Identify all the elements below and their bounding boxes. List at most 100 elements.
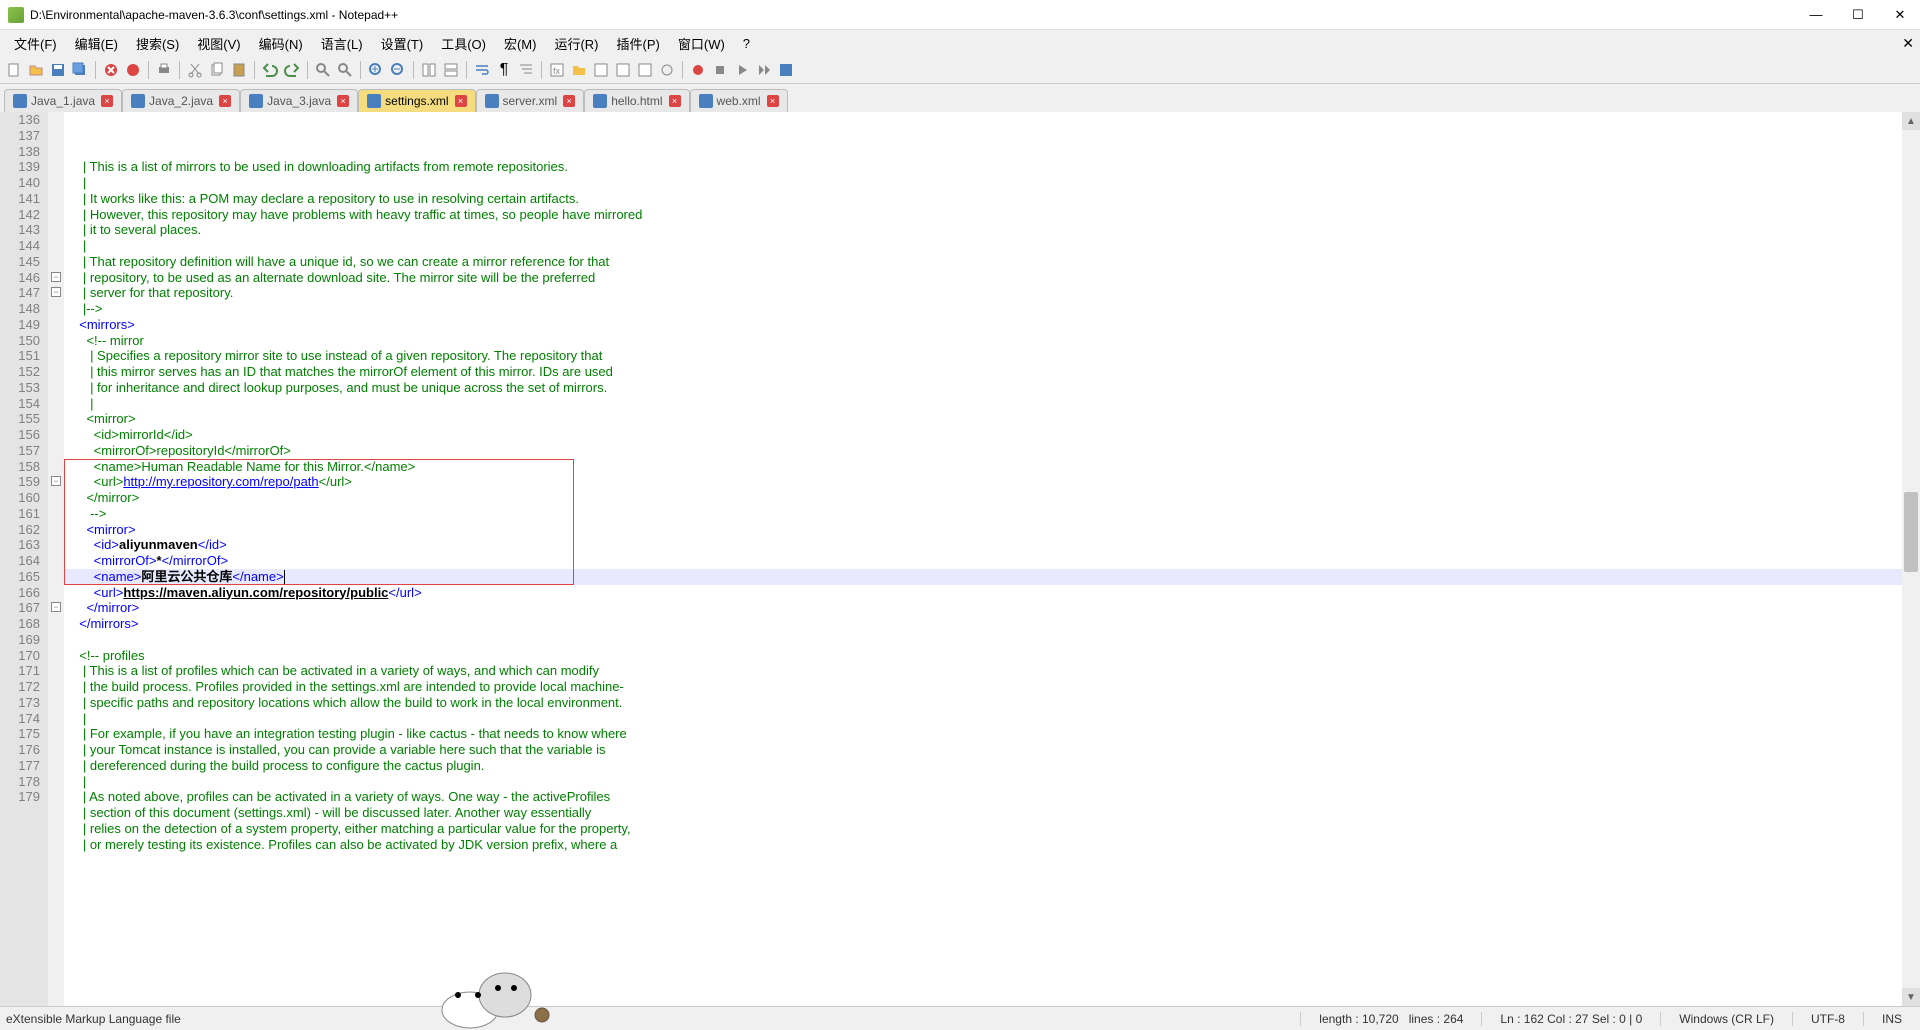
code-line-145[interactable]: |--> (64, 301, 1920, 317)
zoom-in-button[interactable] (366, 60, 386, 80)
menu-12[interactable]: ? (735, 33, 758, 54)
tab-close-icon[interactable]: × (563, 95, 575, 107)
show-all-chars-button[interactable]: ¶ (494, 60, 514, 80)
close-all-button[interactable] (123, 60, 143, 80)
menu-0[interactable]: 文件(F) (6, 31, 65, 56)
tab-close-icon[interactable]: × (219, 95, 231, 107)
tab-server-xml[interactable]: server.xml× (476, 89, 585, 112)
code-line-159[interactable]: <mirror> (64, 522, 1920, 538)
code-line-138[interactable]: | It works like this: a POM may declare … (64, 191, 1920, 207)
menu-2[interactable]: 搜索(S) (128, 31, 187, 56)
fold-toggle[interactable]: − (51, 602, 61, 612)
menu-11[interactable]: 窗口(W) (670, 31, 733, 56)
menu-4[interactable]: 编码(N) (251, 31, 311, 56)
code-line-144[interactable]: | server for that repository. (64, 285, 1920, 301)
tab-close-icon[interactable]: × (101, 95, 113, 107)
code-line-150[interactable]: | for inheritance and direct lookup purp… (64, 380, 1920, 396)
code-line-171[interactable]: | (64, 711, 1920, 727)
code-line-142[interactable]: | That repository definition will have a… (64, 254, 1920, 270)
language-button[interactable]: fx (547, 60, 567, 80)
sync-v-button[interactable] (419, 60, 439, 80)
maximize-button[interactable]: ☐ (1846, 3, 1870, 27)
minimize-button[interactable]: — (1804, 3, 1828, 27)
code-line-169[interactable]: | the build process. Profiles provided i… (64, 679, 1920, 695)
code-line-162[interactable]: <name>阿里云公共仓库</name> (64, 569, 1920, 585)
menubar-close-icon[interactable]: ✕ (1902, 35, 1914, 52)
vertical-scrollbar[interactable]: ▲ ▼ (1902, 112, 1920, 1006)
code-line-147[interactable]: <!-- mirror (64, 333, 1920, 349)
record-macro-button[interactable] (688, 60, 708, 80)
code-line-167[interactable]: <!-- profiles (64, 648, 1920, 664)
scroll-up-arrow[interactable]: ▲ (1902, 112, 1920, 130)
play-macro-button[interactable] (732, 60, 752, 80)
menu-9[interactable]: 运行(R) (546, 31, 606, 56)
fold-gutter[interactable]: −−−− (48, 112, 64, 1006)
code-line-164[interactable]: </mirror> (64, 600, 1920, 616)
folder-button[interactable] (569, 60, 589, 80)
tab-Java_1-java[interactable]: Java_1.java× (4, 89, 122, 112)
code-line-154[interactable]: <mirrorOf>repositoryId</mirrorOf> (64, 443, 1920, 459)
scroll-down-arrow[interactable]: ▼ (1902, 988, 1920, 1006)
status-insert-mode[interactable]: INS (1863, 1012, 1920, 1026)
code-line-140[interactable]: | it to several places. (64, 222, 1920, 238)
redo-button[interactable] (282, 60, 302, 80)
code-editor[interactable]: | This is a list of mirrors to be used i… (64, 112, 1920, 1006)
play-multi-button[interactable] (754, 60, 774, 80)
tab-settings-xml[interactable]: settings.xml× (358, 89, 475, 112)
cut-button[interactable] (185, 60, 205, 80)
code-line-158[interactable]: --> (64, 506, 1920, 522)
code-line-179[interactable]: | or merely testing its existence. Profi… (64, 837, 1920, 853)
fold-toggle[interactable]: − (51, 476, 61, 486)
code-line-163[interactable]: <url>https://maven.aliyun.com/repository… (64, 585, 1920, 601)
copy-button[interactable] (207, 60, 227, 80)
code-line-170[interactable]: | specific paths and repository location… (64, 695, 1920, 711)
code-line-160[interactable]: <id>aliyunmaven</id> (64, 537, 1920, 553)
code-line-174[interactable]: | dereferenced during the build process … (64, 758, 1920, 774)
code-line-153[interactable]: <id>mirrorId</id> (64, 427, 1920, 443)
menu-6[interactable]: 设置(T) (373, 31, 432, 56)
code-line-141[interactable]: | (64, 238, 1920, 254)
monitoring-button[interactable] (657, 60, 677, 80)
stop-macro-button[interactable] (710, 60, 730, 80)
save-all-button[interactable] (70, 60, 90, 80)
wordwrap-button[interactable] (472, 60, 492, 80)
code-line-172[interactable]: | For example, if you have an integratio… (64, 726, 1920, 742)
code-line-143[interactable]: | repository, to be used as an alternate… (64, 270, 1920, 286)
code-line-168[interactable]: | This is a list of profiles which can b… (64, 663, 1920, 679)
tab-Java_3-java[interactable]: Java_3.java× (240, 89, 358, 112)
tab-close-icon[interactable]: × (669, 95, 681, 107)
scroll-thumb[interactable] (1904, 492, 1918, 572)
code-line-161[interactable]: <mirrorOf>*</mirrorOf> (64, 553, 1920, 569)
open-file-button[interactable] (26, 60, 46, 80)
tab-close-icon[interactable]: × (767, 95, 779, 107)
paste-button[interactable] (229, 60, 249, 80)
replace-button[interactable] (335, 60, 355, 80)
menu-1[interactable]: 编辑(E) (67, 31, 126, 56)
status-eol[interactable]: Windows (CR LF) (1660, 1012, 1792, 1026)
status-encoding[interactable]: UTF-8 (1792, 1012, 1863, 1026)
code-line-137[interactable]: | (64, 175, 1920, 191)
tab-close-icon[interactable]: × (455, 95, 467, 107)
code-line-166[interactable] (64, 632, 1920, 648)
print-button[interactable] (154, 60, 174, 80)
code-line-148[interactable]: | Specifies a repository mirror site to … (64, 348, 1920, 364)
code-line-176[interactable]: | As noted above, profiles can be activa… (64, 789, 1920, 805)
menu-8[interactable]: 宏(M) (496, 31, 545, 56)
sync-h-button[interactable] (441, 60, 461, 80)
fold-toggle[interactable]: − (51, 287, 61, 297)
find-button[interactable] (313, 60, 333, 80)
code-line-139[interactable]: | However, this repository may have prob… (64, 207, 1920, 223)
new-file-button[interactable] (4, 60, 24, 80)
code-line-165[interactable]: </mirrors> (64, 616, 1920, 632)
function-list-button[interactable] (591, 60, 611, 80)
code-line-175[interactable]: | (64, 774, 1920, 790)
code-line-155[interactable]: <name>Human Readable Name for this Mirro… (64, 459, 1920, 475)
indent-guide-button[interactable] (516, 60, 536, 80)
tab-hello-html[interactable]: hello.html× (584, 89, 689, 112)
menu-3[interactable]: 视图(V) (189, 31, 248, 56)
tab-close-icon[interactable]: × (337, 95, 349, 107)
code-line-178[interactable]: | relies on the detection of a system pr… (64, 821, 1920, 837)
save-button[interactable] (48, 60, 68, 80)
code-line-152[interactable]: <mirror> (64, 411, 1920, 427)
save-macro-button[interactable] (776, 60, 796, 80)
